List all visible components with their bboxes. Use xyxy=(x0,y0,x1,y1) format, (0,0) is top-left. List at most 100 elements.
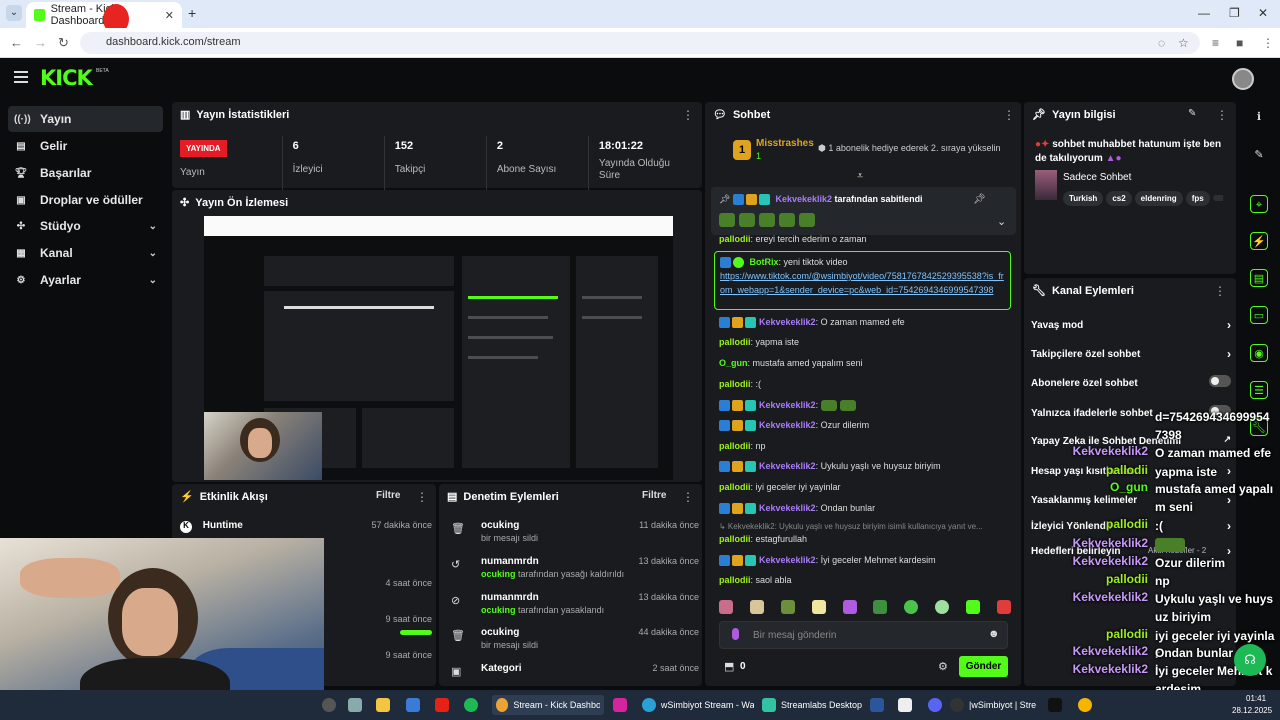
moderation-username[interactable]: numanmrdn xyxy=(481,592,539,603)
emote-icon[interactable] xyxy=(749,600,764,614)
taskbar-app-streamlabs[interactable]: Streamlabs Desktop xyxy=(762,695,862,715)
folder-icon[interactable] xyxy=(376,698,390,712)
chat-username[interactable]: pallodii xyxy=(719,441,751,451)
stream-preview[interactable] xyxy=(204,216,673,480)
moderation-username[interactable]: ocuking xyxy=(481,520,519,531)
more-options-icon[interactable]: ⋮ xyxy=(682,108,694,122)
moderation-username[interactable]: Kategori xyxy=(481,663,522,674)
close-window-icon[interactable]: ✕ xyxy=(1258,6,1268,20)
reply-preview[interactable]: ↳ Kekvekeklik2: Uykulu yaşlı ve huysuz b… xyxy=(719,522,983,531)
app-icon[interactable] xyxy=(322,698,336,712)
reload-icon[interactable]: ↻ xyxy=(58,35,69,51)
tiktok-link[interactable]: https://www.tiktok.com/@wsimbiyot/video/… xyxy=(720,271,1004,295)
more-options-icon[interactable]: ⋮ xyxy=(682,490,694,504)
emote-icon[interactable] xyxy=(719,600,733,614)
chat-input[interactable]: Bir mesaj gönderin ☻ xyxy=(719,621,1008,649)
sidebar-item-gelir[interactable]: ▤ Gelir xyxy=(8,133,163,159)
tag[interactable]: cs2 xyxy=(1106,191,1132,206)
moderation-username[interactable]: numanmrdn xyxy=(481,556,539,567)
chat-username[interactable]: Kekvekeklik2 xyxy=(759,317,816,327)
emote-icon[interactable] xyxy=(780,600,795,614)
eye-off-icon[interactable]: ◌ xyxy=(1158,36,1165,50)
unpin-icon[interactable]: 📌︎ xyxy=(973,194,986,205)
chevron-down-icon[interactable]: ⌄ xyxy=(997,215,1006,228)
chat-username[interactable]: pallodii xyxy=(719,379,751,389)
playlist-icon[interactable]: ≡ xyxy=(1212,36,1219,50)
emoji-icon[interactable]: ☻ xyxy=(988,628,1000,640)
list-icon[interactable]: ▤ xyxy=(1250,269,1268,287)
moderation-username[interactable]: ocuking xyxy=(481,627,519,638)
info-icon[interactable]: ℹ xyxy=(1250,108,1268,126)
chat-username[interactable]: Kekvekeklik2 xyxy=(759,555,816,565)
sidebar-item-yayin[interactable]: ((·)) Yayın xyxy=(8,106,163,132)
user-avatar[interactable] xyxy=(1232,68,1254,90)
toggle-switch[interactable] xyxy=(1209,375,1231,387)
taskbar-app-edge[interactable]: wSimbiyot Stream - Wa xyxy=(642,695,754,715)
mic-icon[interactable] xyxy=(732,628,739,640)
chat-username[interactable]: Kekvekeklik2 xyxy=(759,503,816,513)
moderation-icon[interactable]: ☰ xyxy=(1250,381,1268,399)
menu-hamburger-icon[interactable] xyxy=(14,71,28,83)
emote-icon[interactable] xyxy=(842,600,857,614)
forward-icon[interactable]: → xyxy=(34,35,47,50)
back-icon[interactable]: ← xyxy=(10,35,23,50)
tag[interactable]: fps xyxy=(1185,191,1210,206)
support-chat-icon[interactable]: ☊ xyxy=(1234,644,1266,676)
capture-icon[interactable]: ⌖ xyxy=(1250,195,1268,213)
chat-username[interactable]: pallodii xyxy=(719,337,751,347)
chat-username[interactable]: pallodii xyxy=(719,575,751,585)
emote-icon[interactable] xyxy=(935,600,950,614)
sidebar-item-droplar[interactable]: ▣ Droplar ve ödüller xyxy=(8,187,163,213)
url-field[interactable]: dashboard.kick.com/stream xyxy=(80,32,1200,54)
kick-logo[interactable]: KICK xyxy=(40,66,93,90)
filter-button[interactable]: Filtre xyxy=(642,490,666,501)
emote-icon[interactable] xyxy=(996,600,1011,614)
tag[interactable] xyxy=(1212,195,1223,201)
edit-icon[interactable]: ✎ xyxy=(1188,108,1196,119)
discord-icon[interactable] xyxy=(928,698,942,712)
lightning-icon[interactable]: ⚡ xyxy=(1250,232,1268,250)
broadcast-icon[interactable]: ◉ xyxy=(1250,344,1268,362)
more-options-icon[interactable]: ⋮ xyxy=(416,490,428,504)
points-icon[interactable]: ⬒ xyxy=(724,660,734,673)
chat-username[interactable]: pallodii xyxy=(719,234,751,244)
emote-icon[interactable] xyxy=(904,600,919,614)
app-icon[interactable] xyxy=(348,698,362,712)
filter-button[interactable]: Filtre xyxy=(376,490,400,501)
chat-username[interactable]: Kekvekeklik2 xyxy=(759,420,816,430)
bookmark-star-icon[interactable]: ☆ xyxy=(1178,36,1189,50)
new-tab-button[interactable]: + xyxy=(188,5,196,21)
instagram-icon[interactable] xyxy=(613,698,627,712)
chat-icon[interactable]: ▭ xyxy=(1250,306,1268,324)
spotify-icon[interactable] xyxy=(464,698,478,712)
gift-prompt[interactable]: ⬢ 1 abonelik hediye ederek 2. sıraya yük… xyxy=(818,143,1000,154)
more-options-icon[interactable]: ⋮ xyxy=(1003,108,1015,122)
more-options-icon[interactable]: ⋮ xyxy=(1214,284,1226,298)
emote-icon[interactable] xyxy=(811,600,826,614)
more-options-icon[interactable]: ⋮ xyxy=(1216,108,1228,122)
chat-settings-icon[interactable]: ⚙ xyxy=(938,660,948,673)
chat-username[interactable]: pallodii xyxy=(719,482,751,492)
tag[interactable]: eldenring xyxy=(1134,191,1183,206)
sidebar-item-basarilar[interactable]: 🏆︎ Başarılar xyxy=(8,160,163,186)
emote-icon[interactable] xyxy=(873,600,888,614)
extension-icon[interactable]: ■ xyxy=(1236,36,1243,50)
sidebar-item-kanal[interactable]: ▦ Kanal ⌄ xyxy=(8,240,163,266)
channel-action-row[interactable]: Takipçilere özel sohbet › xyxy=(1031,347,1231,363)
sidebar-item-ayarlar[interactable]: ⚙ Ayarlar ⌄ xyxy=(8,267,163,293)
tab-search-button[interactable]: ⌄ xyxy=(6,5,22,21)
taskbar-app-chrome[interactable]: Stream - Kick Dashboan xyxy=(492,695,604,715)
app-icon[interactable] xyxy=(898,698,912,712)
channel-action-row[interactable]: Abonelere özel sohbet xyxy=(1031,375,1231,392)
collapse-icon[interactable]: ⩡ xyxy=(857,170,863,183)
tag[interactable]: Turkish xyxy=(1063,191,1104,206)
send-button[interactable]: Gönder xyxy=(959,656,1008,677)
app-icon[interactable] xyxy=(406,698,420,712)
chat-username[interactable]: Kekvekeklik2 xyxy=(759,400,816,410)
app-icon[interactable] xyxy=(870,698,884,712)
taskbar-app-obs[interactable]: |wSimbiyot | Stre xyxy=(950,695,1038,715)
chat-username[interactable]: O_gun xyxy=(719,358,748,368)
channel-action-row[interactable]: Yavaş mod › xyxy=(1031,318,1231,334)
tiktok-icon[interactable] xyxy=(1048,698,1062,712)
youtube-icon[interactable] xyxy=(435,698,449,712)
